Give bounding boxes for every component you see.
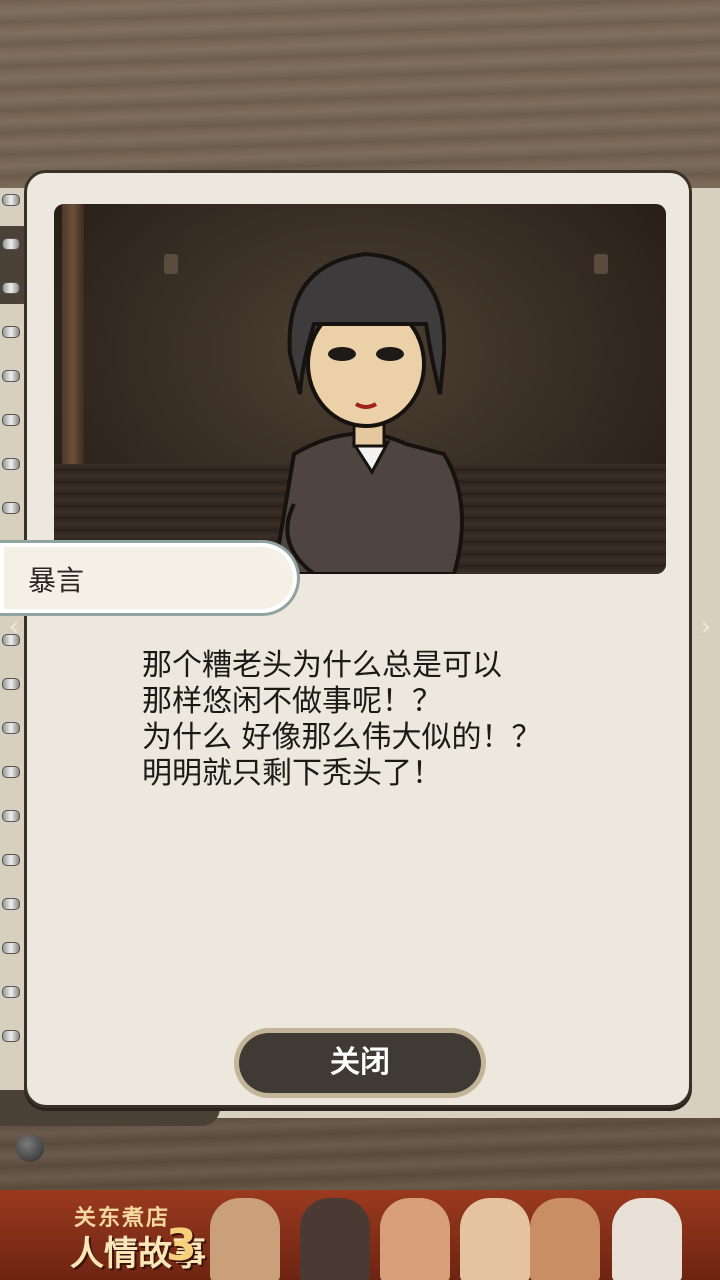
ad-character-avatar: [612, 1198, 682, 1280]
ad-character-avatar: [530, 1198, 600, 1280]
ad-character-avatar: [210, 1198, 280, 1280]
woman-character-illustration: [271, 251, 464, 574]
dialog-line: 那个糟老头为什么总是可以: [142, 648, 502, 683]
dialog-line: 为什么 好像那么伟大似的！？: [142, 720, 542, 755]
dialog-message: 那个糟老头为什么总是可以 那样悠闲不做事呢！？ 为什么 好像那么伟大似的！？ 明…: [142, 648, 642, 792]
close-button[interactable]: 关闭: [234, 1028, 486, 1098]
character-portrait: [54, 204, 666, 574]
ad-logo-number: 3: [166, 1220, 197, 1271]
next-page-arrow-icon[interactable]: ›: [696, 612, 716, 642]
menu-dot-icon[interactable]: [16, 1134, 44, 1162]
ad-banner[interactable]: 关东煮店 人情故事 3: [0, 1190, 720, 1280]
dialog-title-tab: 暴言: [0, 540, 300, 616]
prev-page-arrow-icon[interactable]: ‹: [4, 612, 24, 642]
dialog-line: 那样悠闲不做事呢！？: [142, 684, 442, 719]
dialog-title: 暴言: [28, 564, 85, 597]
dialog-line: 明明就只剩下秃头了！: [142, 756, 442, 791]
ad-character-avatar: [300, 1198, 370, 1280]
close-button-label: 关闭: [239, 1033, 481, 1093]
ad-character-avatar: [380, 1198, 450, 1280]
ad-character-avatar: [460, 1198, 530, 1280]
